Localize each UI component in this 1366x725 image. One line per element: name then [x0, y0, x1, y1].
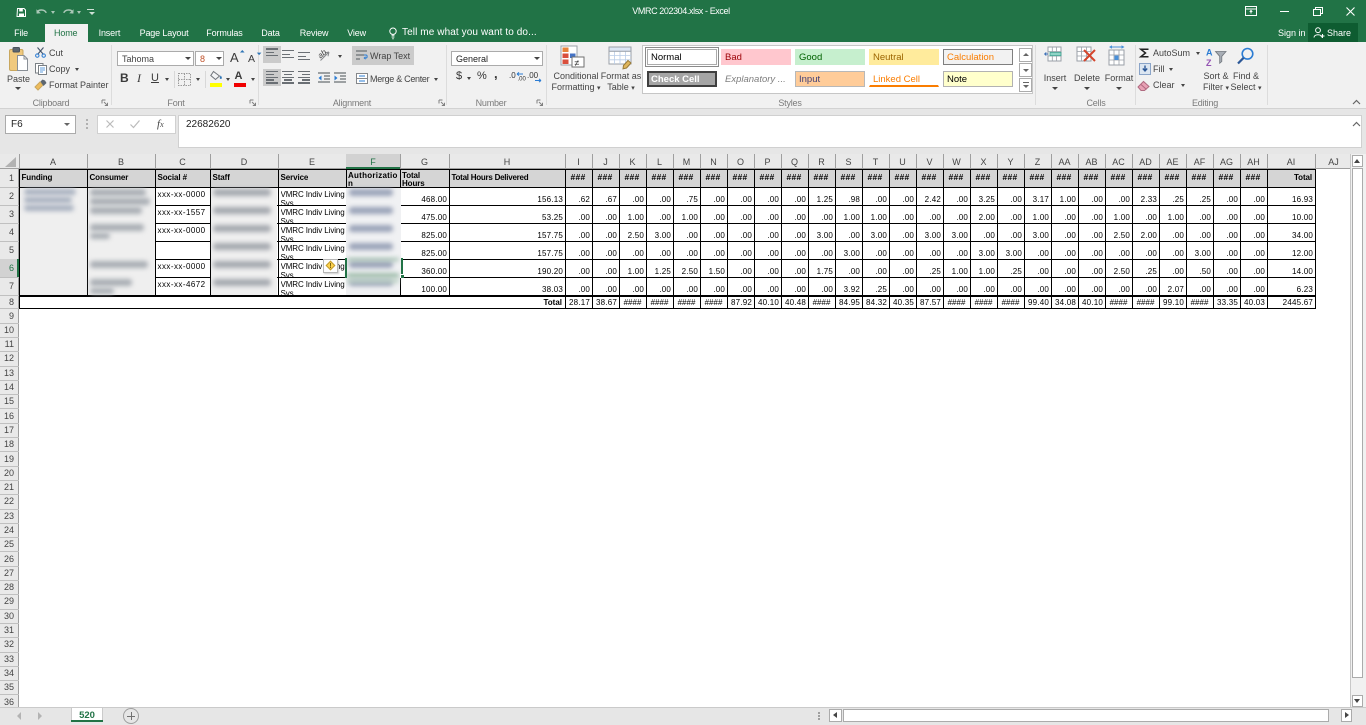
svg-text:≠: ≠ — [575, 58, 580, 68]
svg-text:A: A — [1206, 48, 1213, 58]
svg-text:A: A — [230, 50, 239, 65]
svg-text:ab: ab — [316, 47, 329, 60]
svg-text:A: A — [248, 53, 255, 65]
svg-text:.0: .0 — [509, 71, 516, 80]
svg-text:Z: Z — [1206, 58, 1212, 68]
svg-text:.00: .00 — [527, 71, 539, 80]
svg-text:.00: .00 — [518, 77, 527, 83]
